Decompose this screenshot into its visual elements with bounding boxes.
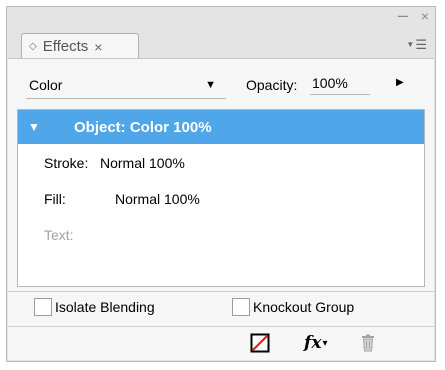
effects-target-list: ▼ Object: Color 100% Stroke: Normal 100%… [17,109,425,287]
clear-effects-icon[interactable] [250,333,270,353]
opacity-slider-arrow-icon[interactable]: ▶ [396,77,404,88]
close-icon[interactable]: × [421,8,429,24]
opacity-label: Opacity: [246,77,298,93]
effects-panel: – × ◇ Effects × ▼☰ Color ▼ Opacity: 100%… [6,6,436,362]
window-controls: – × [389,6,429,24]
isolate-blending-checkbox[interactable]: Isolate Blending [34,298,155,316]
disclosure-triangle-icon[interactable]: ▼ [28,120,40,134]
blend-mode-dropdown[interactable]: Color ▼ [26,71,226,99]
panel-footer: fx ▾ [8,327,434,361]
tab-close-icon[interactable]: × [94,39,102,55]
panel-menu-icon[interactable]: ▼☰ [406,37,427,53]
blending-options: Isolate Blending Knockout Group [8,291,434,327]
fill-value: Normal 100% [115,191,200,207]
checkbox-box[interactable] [232,298,250,316]
tab-label: Effects [42,38,89,55]
object-label: Object: Color 100% [74,118,212,136]
panel-body: Color ▼ Opacity: 100% ▶ ▼ Object: Color … [8,58,434,360]
tab-effects[interactable]: ◇ Effects × [21,33,139,59]
text-label: Text: [44,227,74,243]
opacity-value: 100% [312,74,348,91]
stroke-label: Stroke: [44,155,89,171]
blend-mode-value: Color [29,76,63,93]
checkbox-box[interactable] [34,298,52,316]
collapse-toggle-icon[interactable]: ◇ [29,41,37,52]
stroke-value: Normal 100% [100,155,185,171]
tab-bar: ◇ Effects × ▼☰ [7,27,435,59]
blend-controls: Color ▼ Opacity: 100% ▶ [8,59,434,109]
fill-label: Fill: [44,191,66,207]
isolate-blending-label: Isolate Blending [55,299,155,315]
fx-icon[interactable]: fx ▾ [304,333,327,353]
knockout-group-label: Knockout Group [253,299,355,315]
chevron-down-icon: ▼ [205,78,216,91]
list-item-stroke[interactable]: Stroke: Normal 100% [18,146,424,180]
list-item-fill[interactable]: Fill: Normal 100% [18,182,424,216]
list-item-object[interactable]: ▼ Object: Color 100% [18,110,424,144]
minimize-icon[interactable]: – [398,6,408,24]
list-item-text: Text: [18,218,424,252]
trash-icon [361,333,375,353]
knockout-group-checkbox[interactable]: Knockout Group [232,298,354,316]
opacity-input[interactable]: 100% [310,71,370,95]
